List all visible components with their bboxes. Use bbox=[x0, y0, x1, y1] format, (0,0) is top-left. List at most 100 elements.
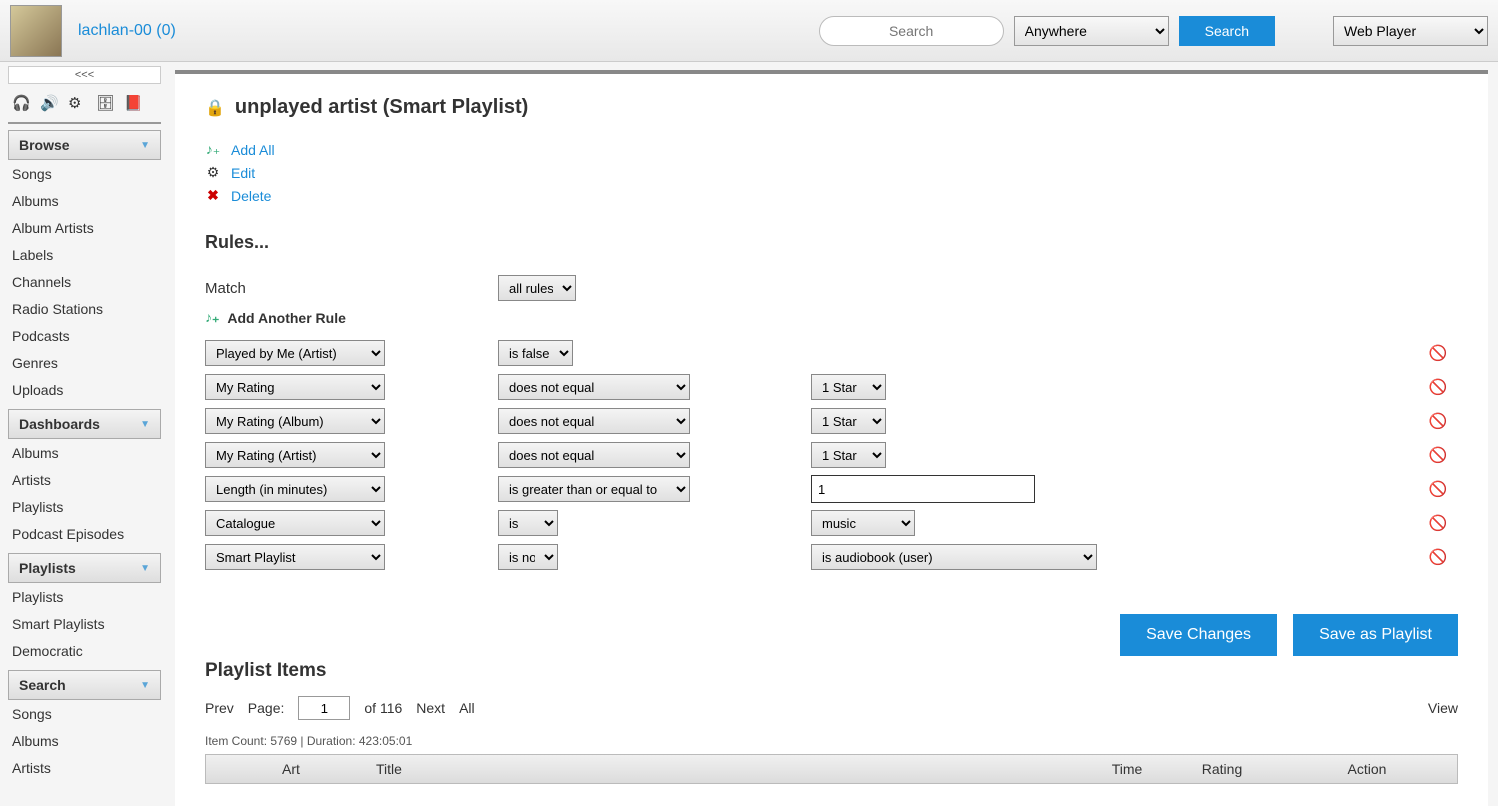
nav-podcasts[interactable]: Podcasts bbox=[8, 322, 161, 349]
add-all-link[interactable]: Add All bbox=[231, 142, 275, 158]
rule-value-input[interactable] bbox=[811, 475, 1035, 503]
rule-op-select[interactable]: is bbox=[498, 510, 558, 536]
book-icon[interactable]: 📕 bbox=[124, 94, 142, 112]
dash-albums[interactable]: Albums bbox=[8, 439, 161, 466]
rule-field-select[interactable]: My Rating bbox=[205, 374, 385, 400]
rule-field-select[interactable]: My Rating (Album) bbox=[205, 408, 385, 434]
nav-labels[interactable]: Labels bbox=[8, 241, 161, 268]
save-as-playlist-button[interactable]: Save as Playlist bbox=[1293, 614, 1458, 656]
headphones-icon[interactable]: 🎧 bbox=[12, 94, 30, 112]
server-icon[interactable]: 🗄 bbox=[96, 94, 114, 112]
page-number-input[interactable] bbox=[298, 696, 350, 720]
gear-icon: ⚙ bbox=[205, 164, 221, 181]
remove-rule-icon[interactable]: 🚫 bbox=[1429, 413, 1448, 430]
nav-genres[interactable]: Genres bbox=[8, 349, 161, 376]
col-action[interactable]: Action bbox=[1277, 761, 1457, 777]
top-header: lachlan-00 (0) Anywhere Search Web Playe… bbox=[0, 0, 1498, 62]
remove-rule-icon[interactable]: 🚫 bbox=[1429, 549, 1448, 566]
chevron-down-icon: ▼ bbox=[140, 419, 150, 430]
dash-podcast-episodes[interactable]: Podcast Episodes bbox=[8, 520, 161, 547]
speaker-icon[interactable]: 🔊 bbox=[40, 94, 58, 112]
item-stats: Item Count: 5769 | Duration: 423:05:01 bbox=[205, 734, 1458, 748]
search-button[interactable]: Search bbox=[1179, 16, 1275, 46]
match-select[interactable]: all rules bbox=[498, 275, 576, 301]
chevron-down-icon: ▼ bbox=[140, 140, 150, 151]
rule-op-select[interactable]: is false bbox=[498, 340, 573, 366]
username-link[interactable]: lachlan-00 (0) bbox=[78, 22, 176, 40]
section-dashboards[interactable]: Dashboards▼ bbox=[8, 409, 161, 439]
nav-album-artists[interactable]: Album Artists bbox=[8, 214, 161, 241]
page-total: of 116 bbox=[364, 700, 402, 716]
add-rule-link[interactable]: ♪₊ Add Another Rule bbox=[205, 309, 1458, 326]
dash-artists[interactable]: Artists bbox=[8, 466, 161, 493]
pl-smart[interactable]: Smart Playlists bbox=[8, 610, 161, 637]
all-link[interactable]: All bbox=[459, 700, 475, 716]
rule-value-select[interactable]: 1 Star bbox=[811, 442, 886, 468]
col-title[interactable]: Title bbox=[376, 761, 1087, 777]
nav-radio[interactable]: Radio Stations bbox=[8, 295, 161, 322]
nav-albums[interactable]: Albums bbox=[8, 187, 161, 214]
rules-heading: Rules... bbox=[205, 232, 1458, 253]
nav-channels[interactable]: Channels bbox=[8, 268, 161, 295]
collapse-sidebar[interactable]: <<< bbox=[8, 66, 161, 84]
rule-op-select[interactable]: does not equal bbox=[498, 442, 690, 468]
page-label: Page: bbox=[248, 700, 285, 716]
search-albums[interactable]: Albums bbox=[8, 727, 161, 754]
rule-value-select[interactable]: is audiobook (user) bbox=[811, 544, 1097, 570]
pl-playlists[interactable]: Playlists bbox=[8, 583, 161, 610]
remove-rule-icon[interactable]: 🚫 bbox=[1429, 345, 1448, 362]
gear-icon[interactable]: ⚙ bbox=[68, 94, 86, 112]
rule-op-select[interactable]: is not bbox=[498, 544, 558, 570]
chevron-down-icon: ▼ bbox=[140, 563, 150, 574]
web-player-select[interactable]: Web Player bbox=[1333, 16, 1488, 46]
sidebar: <<< 🎧 🔊 ⚙ 🗄 📕 Browse▼ Songs Albums Album… bbox=[0, 62, 165, 806]
search-artists[interactable]: Artists bbox=[8, 754, 161, 781]
prev-link[interactable]: Prev bbox=[205, 700, 234, 716]
rule-field-select[interactable]: Smart Playlist bbox=[205, 544, 385, 570]
remove-rule-icon[interactable]: 🚫 bbox=[1429, 447, 1448, 464]
col-time[interactable]: Time bbox=[1087, 761, 1167, 777]
view-link[interactable]: View bbox=[1428, 700, 1458, 716]
rule-field-select[interactable]: My Rating (Artist) bbox=[205, 442, 385, 468]
chevron-down-icon: ▼ bbox=[140, 680, 150, 691]
col-rating[interactable]: Rating bbox=[1167, 761, 1277, 777]
nav-uploads[interactable]: Uploads bbox=[8, 376, 161, 403]
rule-op-select[interactable]: does not equal bbox=[498, 374, 690, 400]
match-label: Match bbox=[205, 280, 498, 297]
rule-op-select[interactable]: does not equal bbox=[498, 408, 690, 434]
rule-field-select[interactable]: Catalogue bbox=[205, 510, 385, 536]
rule-value-select[interactable]: 1 Star bbox=[811, 408, 886, 434]
music-plus-icon: ♪₊ bbox=[205, 309, 219, 326]
quick-icons: 🎧 🔊 ⚙ 🗄 📕 bbox=[8, 88, 161, 124]
remove-rule-icon[interactable]: 🚫 bbox=[1429, 481, 1448, 498]
dash-playlists[interactable]: Playlists bbox=[8, 493, 161, 520]
search-scope-select[interactable]: Anywhere bbox=[1014, 16, 1169, 46]
rule-field-select[interactable]: Length (in minutes) bbox=[205, 476, 385, 502]
nav-songs[interactable]: Songs bbox=[8, 160, 161, 187]
rule-field-select[interactable]: Played by Me (Artist) bbox=[205, 340, 385, 366]
page-title: 🔒 unplayed artist (Smart Playlist) bbox=[205, 96, 1458, 119]
rule-value-select[interactable]: 1 Star bbox=[811, 374, 886, 400]
remove-rule-icon[interactable]: 🚫 bbox=[1429, 379, 1448, 396]
next-link[interactable]: Next bbox=[416, 700, 445, 716]
col-art[interactable]: Art bbox=[206, 761, 376, 777]
search-songs[interactable]: Songs bbox=[8, 700, 161, 727]
avatar[interactable] bbox=[10, 5, 62, 57]
search-input[interactable] bbox=[819, 16, 1004, 46]
music-plus-icon: ♪₊ bbox=[205, 141, 221, 158]
section-search[interactable]: Search▼ bbox=[8, 670, 161, 700]
section-browse[interactable]: Browse▼ bbox=[8, 130, 161, 160]
edit-link[interactable]: Edit bbox=[231, 165, 255, 181]
rule-value-select[interactable]: music bbox=[811, 510, 915, 536]
table-header: Art Title Time Rating Action bbox=[205, 754, 1458, 784]
lock-icon: 🔒 bbox=[205, 98, 225, 118]
save-changes-button[interactable]: Save Changes bbox=[1120, 614, 1277, 656]
remove-rule-icon[interactable]: 🚫 bbox=[1429, 515, 1448, 532]
items-heading: Playlist Items bbox=[205, 660, 1458, 682]
content-area: 🔒 unplayed artist (Smart Playlist) ♪₊ Add… bbox=[175, 70, 1488, 806]
section-playlists[interactable]: Playlists▼ bbox=[8, 553, 161, 583]
delete-x-icon: ✖ bbox=[205, 187, 221, 204]
rule-op-select[interactable]: is greater than or equal to bbox=[498, 476, 690, 502]
delete-link[interactable]: Delete bbox=[231, 188, 271, 204]
pl-democratic[interactable]: Democratic bbox=[8, 637, 161, 664]
